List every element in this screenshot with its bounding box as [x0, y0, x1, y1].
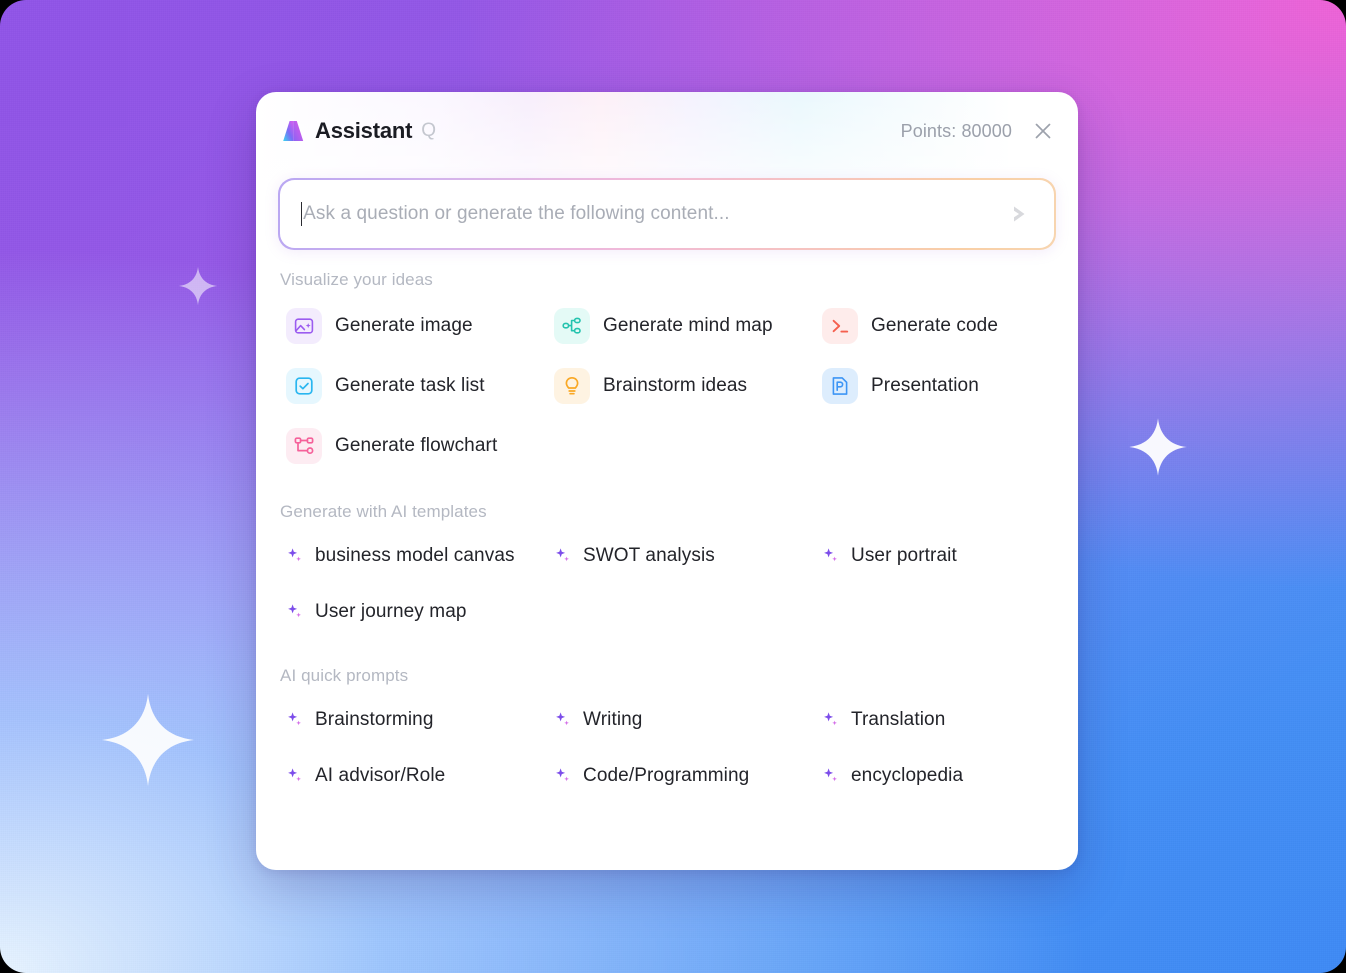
sparkle-icon: [824, 712, 837, 726]
sparkle-icon: [556, 712, 569, 726]
task-list-icon: [286, 368, 322, 404]
assistant-content: Visualize your ideas Generate image Gene…: [278, 270, 1056, 870]
sparkle-icon: [288, 548, 301, 562]
section-quick-prompts: AI quick prompts Brainstorming Writing T…: [278, 666, 1056, 800]
action-item-label: Generate flowchart: [335, 435, 498, 456]
text-caret: [300, 202, 303, 226]
action-item-label: Generate code: [871, 315, 998, 336]
sparkle-small-left: [178, 266, 218, 306]
quick-prompt-item[interactable]: Brainstorming: [278, 696, 442, 744]
sparkle-large-bottom: [100, 692, 196, 788]
action-item[interactable]: Generate flowchart: [278, 420, 505, 472]
prompt-input-container: [278, 178, 1056, 250]
quick-prompt-item-label: encyclopedia: [851, 765, 964, 786]
image-icon: [286, 308, 322, 344]
quick-prompt-item-label: Code/Programming: [583, 765, 750, 786]
quick-prompts-grid: Brainstorming Writing Translation AI adv…: [278, 696, 1056, 800]
assistant-logo-icon: [283, 121, 304, 141]
template-item-label: SWOT analysis: [583, 545, 715, 566]
action-item-label: Generate task list: [335, 375, 485, 396]
template-item[interactable]: User portrait: [814, 532, 965, 580]
quick-prompt-item-label: Brainstorming: [315, 709, 434, 730]
section-templates: Generate with AI templates business mode…: [278, 502, 1056, 636]
brand: Assistant Q: [280, 118, 436, 144]
templates-grid: business model canvas SWOT analysis User…: [278, 532, 1056, 636]
template-item-label: business model canvas: [315, 545, 515, 566]
action-item-label: Generate image: [335, 315, 473, 336]
code-icon: [822, 308, 858, 344]
action-item[interactable]: Generate mind map: [546, 300, 781, 352]
template-item-label: User portrait: [851, 545, 957, 566]
header-actions: Points: 80000: [901, 118, 1056, 144]
close-button[interactable]: [1030, 118, 1056, 144]
action-item[interactable]: Generate code: [814, 300, 1006, 352]
prompt-input-inner[interactable]: [279, 179, 1055, 249]
sparkle-icon: [824, 768, 837, 782]
sparkle-icon: [556, 768, 569, 782]
quick-prompt-item[interactable]: Code/Programming: [546, 752, 757, 800]
flowchart-icon: [286, 428, 322, 464]
sparkle-icon: [288, 604, 301, 618]
quick-prompt-item[interactable]: encyclopedia: [814, 752, 971, 800]
template-item-label: User journey map: [315, 601, 467, 622]
section-title-quick-prompts: AI quick prompts: [280, 666, 409, 685]
action-item-label: Brainstorm ideas: [603, 375, 748, 396]
send-button[interactable]: [1004, 199, 1034, 229]
action-item[interactable]: Generate task list: [278, 360, 493, 412]
quick-prompt-item-label: Writing: [583, 709, 643, 730]
section-title-visualize: Visualize your ideas: [280, 270, 433, 289]
points-badge: Points: 80000: [900, 120, 1012, 141]
quick-prompt-item-label: Translation: [851, 709, 946, 730]
visualize-actions-grid: Generate image Generate mind map Generat…: [278, 300, 1056, 472]
prompt-input[interactable]: [303, 203, 1005, 225]
sparkle-icon: [288, 712, 301, 726]
template-item[interactable]: business model canvas: [278, 532, 523, 580]
sparkle-icon: [288, 768, 301, 782]
action-item[interactable]: Generate image: [278, 300, 481, 352]
assistant-header: Assistant Q Points: 80000: [256, 92, 1078, 170]
close-icon: [1035, 123, 1051, 139]
action-item-label: Generate mind map: [603, 315, 773, 336]
action-item-label: Presentation: [871, 375, 979, 396]
lightbulb-icon: [554, 368, 590, 404]
sparkle-right: [1128, 417, 1188, 477]
quick-prompt-item[interactable]: AI advisor/Role: [278, 752, 453, 800]
brand-title: Assistant: [315, 118, 413, 143]
sparkle-icon: [824, 548, 837, 562]
presentation-icon: [822, 368, 858, 404]
section-title-templates: Generate with AI templates: [280, 502, 487, 521]
sparkle-icon: [556, 548, 569, 562]
section-visualize: Visualize your ideas Generate image Gene…: [278, 270, 1056, 472]
action-item[interactable]: Presentation: [814, 360, 987, 412]
mind-map-icon: [554, 308, 590, 344]
assistant-panel: Assistant Q Points: 80000 Visualize y: [256, 92, 1078, 870]
send-arrow-icon: [1014, 206, 1025, 222]
quick-prompt-item-label: AI advisor/Role: [315, 765, 446, 786]
template-item[interactable]: SWOT analysis: [546, 532, 723, 580]
action-item[interactable]: Brainstorm ideas: [546, 360, 755, 412]
quick-prompt-item[interactable]: Writing: [546, 696, 650, 744]
quick-prompt-item[interactable]: Translation: [814, 696, 953, 744]
template-item[interactable]: User journey map: [278, 588, 475, 636]
brand-subtitle: Q: [421, 120, 437, 141]
